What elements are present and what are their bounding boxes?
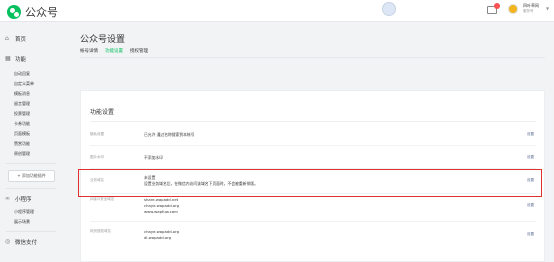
logo[interactable]: 公众号 bbox=[7, 4, 58, 20]
settings-link[interactable]: 设置 bbox=[527, 203, 534, 208]
sidebar-item-template-msg[interactable]: 模板消息 bbox=[14, 91, 30, 97]
divider bbox=[6, 231, 56, 232]
chevron-down-icon[interactable]: ▼ bbox=[546, 6, 549, 11]
sidebar-item-page-template[interactable]: 页面模板 bbox=[14, 131, 30, 137]
pay-icon: ◎ bbox=[5, 238, 11, 245]
divider bbox=[6, 163, 56, 164]
sidebar-item-custom-menu[interactable]: 自定义菜单 bbox=[14, 81, 34, 87]
sidebar-section-miniprogram[interactable]: ∞ 小程序 bbox=[5, 195, 32, 204]
divider bbox=[80, 57, 545, 58]
row-value: 不添加水印 bbox=[144, 155, 163, 160]
settings-link[interactable]: 设置 bbox=[527, 155, 534, 160]
main-content: 公众号设置 帐号详情 功能设置 授权管理 功能设置 隐私设置 已允许 通过名称搜… bbox=[62, 23, 554, 262]
row-label: JS接口安全域名 bbox=[90, 197, 115, 201]
highlight-box bbox=[78, 169, 542, 197]
sidebar-item-comments[interactable]: 留言管理 bbox=[14, 101, 30, 107]
settings-link[interactable]: 设置 bbox=[527, 132, 534, 137]
sidebar-item-home[interactable]: ⌂ 首页 bbox=[5, 35, 26, 44]
sidebar-item-reward[interactable]: 赞赏功能 bbox=[14, 141, 30, 147]
sidebar-section-wechat-pay[interactable]: ◎ 微信支付 bbox=[5, 238, 37, 247]
sidebar: ⌂ 首页 ▦ 功能 自动回复 自定义菜单 模板消息 留言管理 投票管理 卡券功能… bbox=[0, 23, 62, 259]
divider bbox=[6, 188, 56, 189]
sidebar-item-mini-manage[interactable]: 小程序管理 bbox=[14, 209, 34, 215]
card-title: 功能设置 bbox=[90, 109, 115, 116]
sidebar-item-mini-scenes[interactable]: 展示场景 bbox=[14, 219, 30, 225]
home-icon: ⌂ bbox=[5, 35, 9, 42]
sidebar-item-votes[interactable]: 投票管理 bbox=[14, 111, 30, 117]
row-value: 已允许 通过名称搜索到本帐号 bbox=[144, 132, 195, 137]
row-label: 图片水印 bbox=[90, 155, 104, 159]
avatar[interactable] bbox=[382, 2, 396, 16]
sidebar-item-original[interactable]: 原创管理 bbox=[14, 151, 30, 157]
row-value: chaye.wapadd.org dl.wapadd.org bbox=[144, 229, 180, 240]
wechat-logo-icon bbox=[7, 5, 21, 19]
divider bbox=[90, 145, 536, 146]
account-avatar-icon[interactable] bbox=[508, 4, 518, 14]
grid-icon: ▦ bbox=[5, 55, 11, 62]
sidebar-section-features[interactable]: ▦ 功能 bbox=[5, 55, 26, 64]
add-plugin-button[interactable]: + 添加功能插件 bbox=[8, 170, 55, 182]
sidebar-item-auto-reply[interactable]: 自动回复 bbox=[14, 71, 30, 77]
brand-title: 公众号 bbox=[25, 6, 58, 19]
row-value: share.wapadd.net chaye.wapadd.org www.wa… bbox=[144, 197, 180, 214]
divider bbox=[90, 121, 536, 122]
top-bar: 公众号 四叶草网 服务号 ▼ bbox=[0, 0, 554, 22]
notification-badge bbox=[494, 3, 500, 9]
page-title: 公众号设置 bbox=[80, 35, 126, 45]
miniprogram-icon: ∞ bbox=[5, 195, 10, 202]
row-label: 网页授权域名 bbox=[90, 229, 111, 233]
divider bbox=[90, 221, 536, 222]
account-type: 服务号 bbox=[523, 9, 534, 13]
sidebar-item-cards[interactable]: 卡券功能 bbox=[14, 121, 30, 127]
settings-link[interactable]: 设置 bbox=[527, 232, 534, 237]
row-label: 隐私设置 bbox=[90, 132, 104, 136]
